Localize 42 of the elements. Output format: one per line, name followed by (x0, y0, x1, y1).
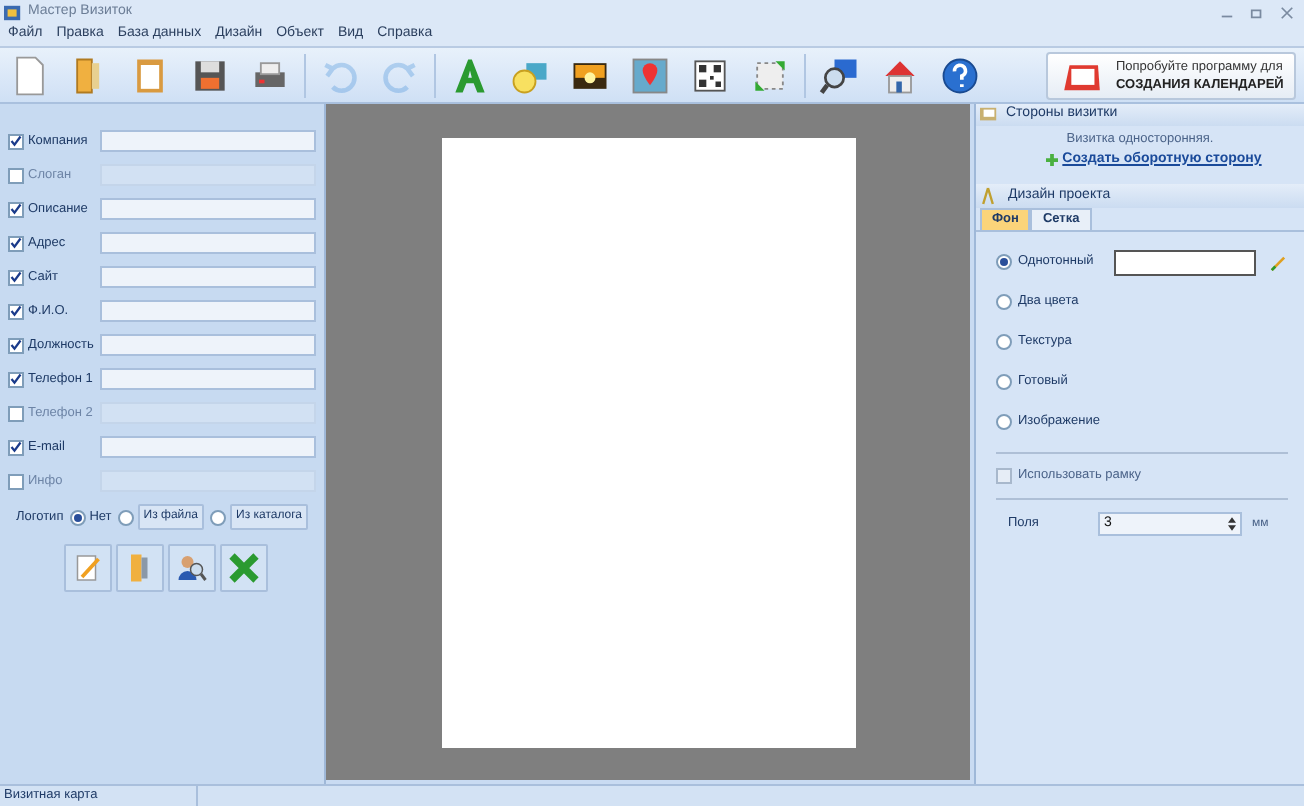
edit-button[interactable] (64, 544, 112, 592)
folder-button[interactable] (116, 544, 164, 592)
eyedropper-icon[interactable] (1270, 253, 1288, 272)
checkbox[interactable] (8, 201, 24, 217)
plus-icon (1046, 154, 1059, 166)
restore-icon[interactable] (1250, 5, 1264, 19)
radio-button[interactable] (69, 509, 86, 525)
input-field[interactable] (100, 368, 316, 390)
checkbox[interactable] (8, 167, 24, 183)
radio-button[interactable] (996, 334, 1012, 351)
map-pin-icon[interactable] (628, 53, 672, 97)
app-icon (4, 3, 22, 21)
checkbox[interactable] (8, 133, 24, 149)
radio-button[interactable] (996, 414, 1012, 431)
checkbox[interactable] (8, 269, 24, 285)
input-field[interactable] (100, 300, 316, 322)
checkbox[interactable] (8, 303, 24, 319)
radio-button[interactable] (117, 509, 134, 525)
checkbox[interactable] (996, 468, 1012, 485)
color-field[interactable] (1114, 249, 1257, 276)
radio-button[interactable] (210, 509, 226, 525)
input-field[interactable] (100, 198, 316, 220)
spinner-icon[interactable] (1228, 516, 1236, 533)
card-sides-icon (980, 106, 998, 124)
help-icon[interactable] (938, 53, 982, 97)
radio-button[interactable] (996, 374, 1012, 391)
input-field[interactable] (100, 334, 316, 356)
checkbox[interactable] (8, 473, 24, 489)
input-field[interactable] (100, 232, 316, 254)
person-search-button[interactable] (168, 544, 216, 592)
radio-button[interactable] (996, 294, 1012, 311)
person-search-icon (174, 550, 210, 586)
close-icon[interactable] (1280, 5, 1294, 19)
checkbox[interactable] (8, 235, 24, 251)
input-field[interactable] (100, 130, 316, 152)
checkbox[interactable] (8, 337, 24, 353)
input-field[interactable] (100, 436, 316, 458)
checkbox[interactable] (8, 439, 24, 455)
checkbox[interactable] (8, 405, 24, 421)
checkbox[interactable] (8, 371, 24, 387)
radio-button[interactable] (996, 254, 1012, 271)
input-field[interactable] (100, 266, 316, 288)
